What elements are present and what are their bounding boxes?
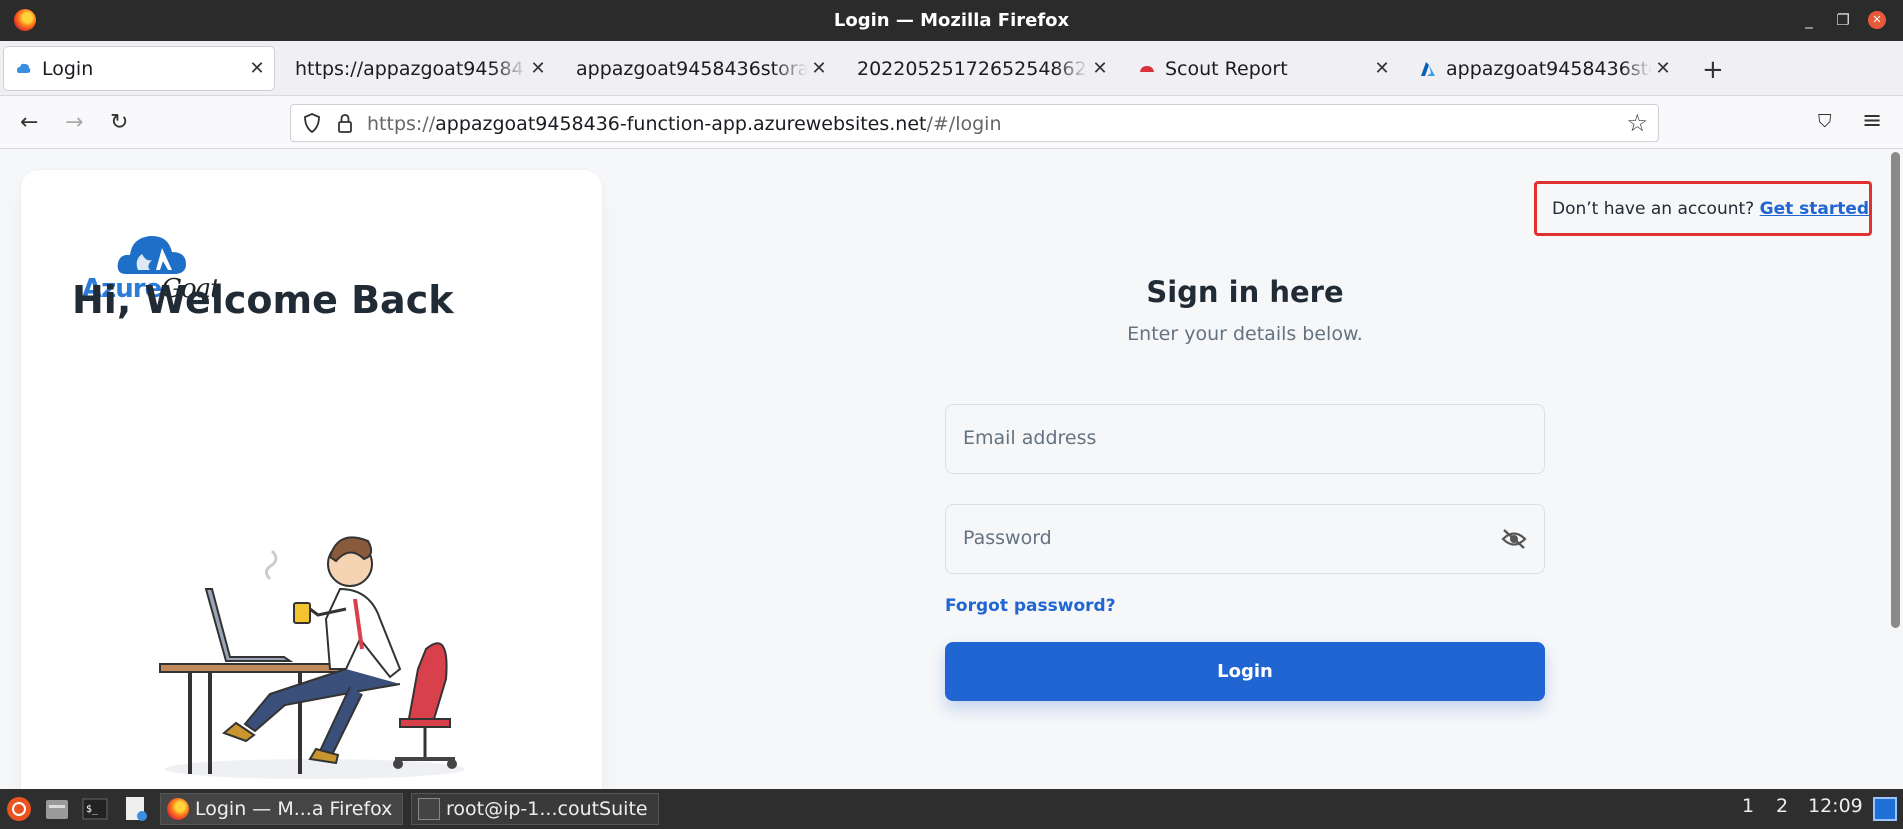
bookmark-star-icon[interactable]: ☆ (1626, 109, 1648, 137)
password-placeholder: Password (963, 527, 1052, 549)
text-editor-icon[interactable] (124, 793, 148, 825)
azure-icon (1421, 61, 1435, 76)
welcome-heading: Hi, Welcome Back (72, 278, 454, 322)
close-window-icon[interactable]: ✕ (1868, 11, 1886, 29)
window-titlebar: Login — Mozilla Firefox _ ❐ ✕ (0, 0, 1903, 41)
tab-label: appazgoat9458436storage (1446, 57, 1652, 80)
pocket-icon[interactable]: ⛉ (1818, 111, 1832, 132)
tab-login[interactable]: Login ✕ (3, 46, 275, 91)
form-subtitle: Enter your details below. (1127, 323, 1363, 345)
login-button[interactable]: Login (945, 642, 1545, 701)
hamburger-menu-icon[interactable]: ≡ (1862, 106, 1882, 134)
close-tab-icon[interactable]: ✕ (1652, 58, 1674, 79)
svg-text:$_: $_ (86, 804, 99, 815)
url-prefix: https:// (367, 113, 436, 135)
tab-label: https://appazgoat9458436 (295, 57, 527, 80)
ubuntu-menu-icon[interactable] (6, 793, 32, 825)
file-manager-icon[interactable] (44, 793, 70, 825)
azuregoat-favicon-icon (17, 63, 31, 73)
navigation-bar: ← → ↻ https://appazgoat9458436-function-… (0, 96, 1903, 149)
back-icon[interactable]: ← (20, 110, 38, 135)
tab-storage[interactable]: appazgoat9458436storage ✕ (564, 46, 836, 91)
tab-label: Scout Report (1165, 57, 1288, 80)
signup-prompt-box: Don’t have an account? Get started (1534, 181, 1872, 236)
restore-icon[interactable]: ❐ (1834, 11, 1852, 29)
url-path: /#/login (926, 113, 1002, 135)
tab-timestamp[interactable]: 20220525172652548627 ✕ (845, 46, 1117, 91)
forgot-password-link[interactable]: Forgot password? (945, 596, 1116, 616)
password-field[interactable]: Password (945, 504, 1545, 574)
tab-label: appazgoat9458436storage (576, 57, 808, 80)
eye-off-icon[interactable] (1501, 527, 1527, 551)
url-host: appazgoat9458436-function-app.azurewebsi… (435, 113, 927, 135)
workspace-1[interactable]: 1 (1742, 795, 1754, 817)
close-tab-icon[interactable]: ✕ (1089, 58, 1111, 79)
lock-icon[interactable] (336, 113, 354, 133)
taskbar-window-label: Login — M...a Firefox (195, 798, 393, 820)
terminal-icon (418, 798, 440, 820)
tab-strip: Login ✕ https://appazgoat9458436 ✕ appaz… (0, 41, 1903, 96)
person-at-desk-illustration (159, 536, 465, 779)
terminal-launcher-icon[interactable]: $_ (82, 793, 108, 825)
page-content: AzureGoat Hi, Welcome Back Don’t have an… (0, 149, 1903, 789)
workspace-2[interactable]: 2 (1776, 795, 1788, 817)
tracking-shield-icon[interactable] (303, 113, 321, 133)
clock: 12:09 (1808, 795, 1863, 817)
signup-prompt-text: Don’t have an account? (1552, 199, 1755, 219)
reload-icon[interactable]: ↻ (110, 110, 128, 135)
address-bar[interactable]: https://appazgoat9458436-function-app.az… (290, 104, 1659, 142)
get-started-link[interactable]: Get started (1760, 199, 1869, 219)
minimize-icon[interactable]: _ (1800, 11, 1818, 29)
tab-azure-storage[interactable]: appazgoat9458436storage ✕ (1408, 46, 1680, 91)
taskbar: $_ Login — M...a Firefox root@ip-1...cou… (0, 789, 1903, 829)
tab-label: 20220525172652548627 (857, 57, 1089, 80)
cloud-logo-icon (117, 235, 186, 274)
tab-appazgoat-url[interactable]: https://appazgoat9458436 ✕ (283, 46, 555, 91)
taskbar-window-terminal[interactable]: root@ip-1...coutSuite (411, 793, 659, 825)
close-tab-icon[interactable]: ✕ (808, 58, 830, 79)
email-field[interactable]: Email address (945, 404, 1545, 474)
taskbar-window-firefox[interactable]: Login — M...a Firefox (160, 793, 404, 825)
tab-scout-report[interactable]: Scout Report ✕ (1127, 46, 1399, 91)
taskbar-window-label: root@ip-1...coutSuite (446, 798, 648, 820)
scout-icon (1140, 65, 1154, 72)
url-text[interactable]: https://appazgoat9458436-function-app.az… (367, 113, 1002, 135)
firefox-icon (167, 798, 189, 820)
form-title: Sign in here (1146, 275, 1344, 309)
email-placeholder: Email address (963, 427, 1097, 449)
page-scrollbar[interactable] (1891, 152, 1900, 628)
forward-icon[interactable]: → (65, 110, 83, 135)
new-tab-icon[interactable]: + (1702, 55, 1724, 85)
close-tab-icon[interactable]: ✕ (1371, 58, 1393, 79)
close-tab-icon[interactable]: ✕ (527, 58, 549, 79)
tab-label: Login (42, 57, 94, 80)
tray-display-icon[interactable] (1873, 797, 1897, 821)
close-tab-icon[interactable]: ✕ (246, 58, 268, 79)
window-title: Login — Mozilla Firefox (833, 10, 1070, 31)
